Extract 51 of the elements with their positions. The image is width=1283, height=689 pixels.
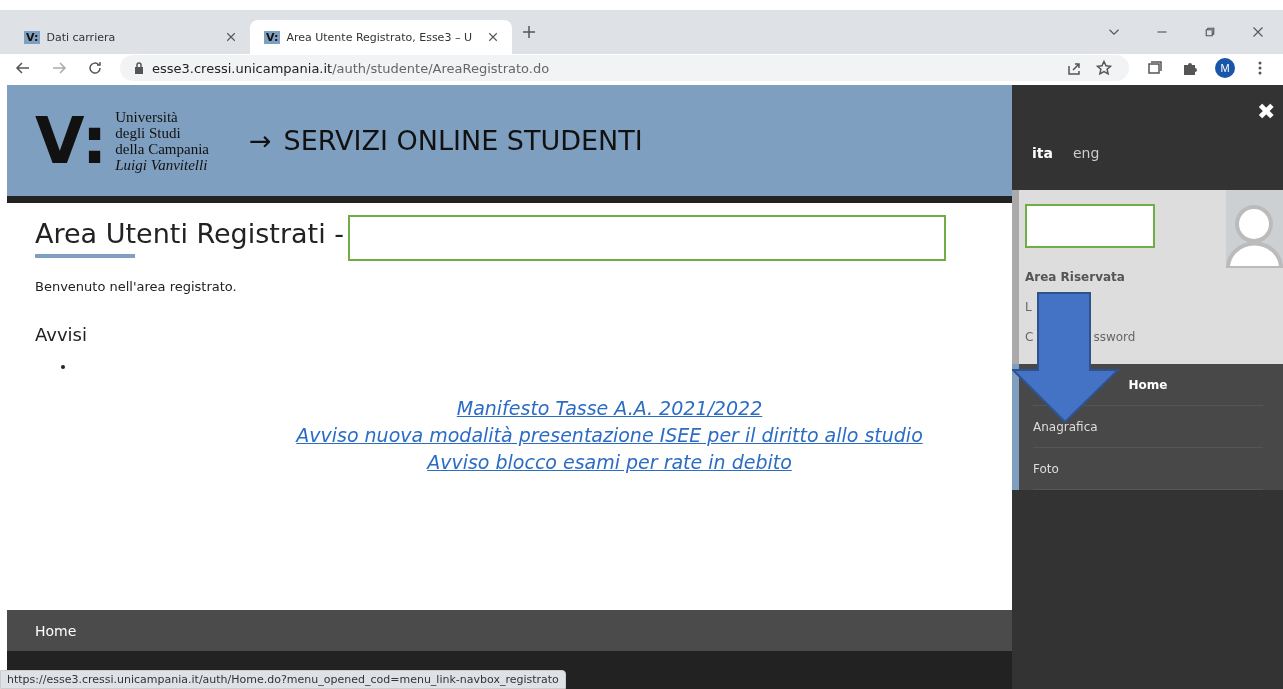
close-icon xyxy=(225,31,237,43)
notice-link[interactable]: Avviso nuova modalità presentazione ISEE per il diritto allo studio xyxy=(296,422,923,449)
site-title: SERVIZI ONLINE STUDENTI xyxy=(283,125,643,156)
language-link[interactable]: eng xyxy=(1072,145,1100,161)
url-host: esse3.cressi.unicampania.it xyxy=(152,60,333,76)
reload-icon xyxy=(87,60,103,76)
notice-link[interactable]: Manifesto Tasse A.A. 2021/2022 xyxy=(456,395,763,422)
logo-text: Università xyxy=(115,108,179,125)
lock-icon xyxy=(134,62,144,74)
star-icon xyxy=(1096,60,1112,76)
site-favicon: V: xyxy=(264,30,281,44)
menu-link-text[interactable]: C xyxy=(1025,330,1034,344)
close-icon xyxy=(487,31,499,43)
language-link[interactable]: ita xyxy=(1032,145,1053,161)
forward-arrow-icon xyxy=(51,60,67,76)
site-favicon: V: xyxy=(24,30,41,44)
logo-text: degli Studi xyxy=(115,124,182,141)
side-menu-item[interactable]: Home xyxy=(1128,377,1168,392)
notice-link[interactable]: Avviso blocco esami per rate in debito xyxy=(427,449,792,476)
section-title: Area Riservata xyxy=(1025,270,1126,284)
user-silhouette-icon xyxy=(1226,202,1283,268)
welcome-text: Benvenuto nell'area registrato. xyxy=(35,279,238,294)
side-menu-item[interactable]: Anagrafica xyxy=(1033,419,1098,434)
section-heading: Avvisi xyxy=(35,324,88,345)
logo-text: della Campania xyxy=(115,140,209,157)
logo-text: Luigi Vanvitelli xyxy=(115,156,208,173)
share-icon xyxy=(1066,60,1082,76)
plus-icon xyxy=(521,24,537,40)
tab-title: Area Utente Registrato, Esse3 – U xyxy=(286,30,473,44)
back-arrow-icon xyxy=(15,60,31,76)
logo-mark: V: xyxy=(35,108,108,173)
profile-avatar[interactable]: M xyxy=(1215,58,1235,78)
menu-link-text[interactable]: L xyxy=(1025,300,1032,314)
puzzle-icon xyxy=(1182,60,1198,76)
stacked-windows-icon xyxy=(1146,60,1162,76)
close-panel-button[interactable]: ✖ xyxy=(1257,99,1275,125)
browser-tab[interactable]: V: Dati carriera xyxy=(10,20,250,54)
address-bar[interactable]: esse3.cressi.unicampania.it/auth/studente/AreaRegistrato.do xyxy=(120,55,1129,81)
close-icon xyxy=(1252,26,1264,38)
menu-link-text[interactable]: ssword xyxy=(1093,330,1136,344)
tab-title: Dati carriera xyxy=(46,30,117,44)
bullet-dot xyxy=(61,365,65,369)
url-path: /auth/studente/AreaRegistrato.do xyxy=(332,60,550,76)
footer-home-link[interactable]: Home xyxy=(35,622,77,639)
side-menu-item[interactable]: Foto xyxy=(1033,461,1059,476)
arrow-glyph: → xyxy=(248,125,272,156)
page-title: Area Utenti Registrati - xyxy=(35,218,344,251)
restore-icon xyxy=(1204,26,1216,38)
kebab-menu-icon xyxy=(1258,61,1262,75)
status-url: https://esse3.cressi.unicampania.it/auth/Home.do?menu_opened_cod=menu_link-navbox_registrato xyxy=(0,670,566,689)
browser-tab[interactable]: V: Area Utente Registrato, Esse3 – U xyxy=(250,20,512,54)
